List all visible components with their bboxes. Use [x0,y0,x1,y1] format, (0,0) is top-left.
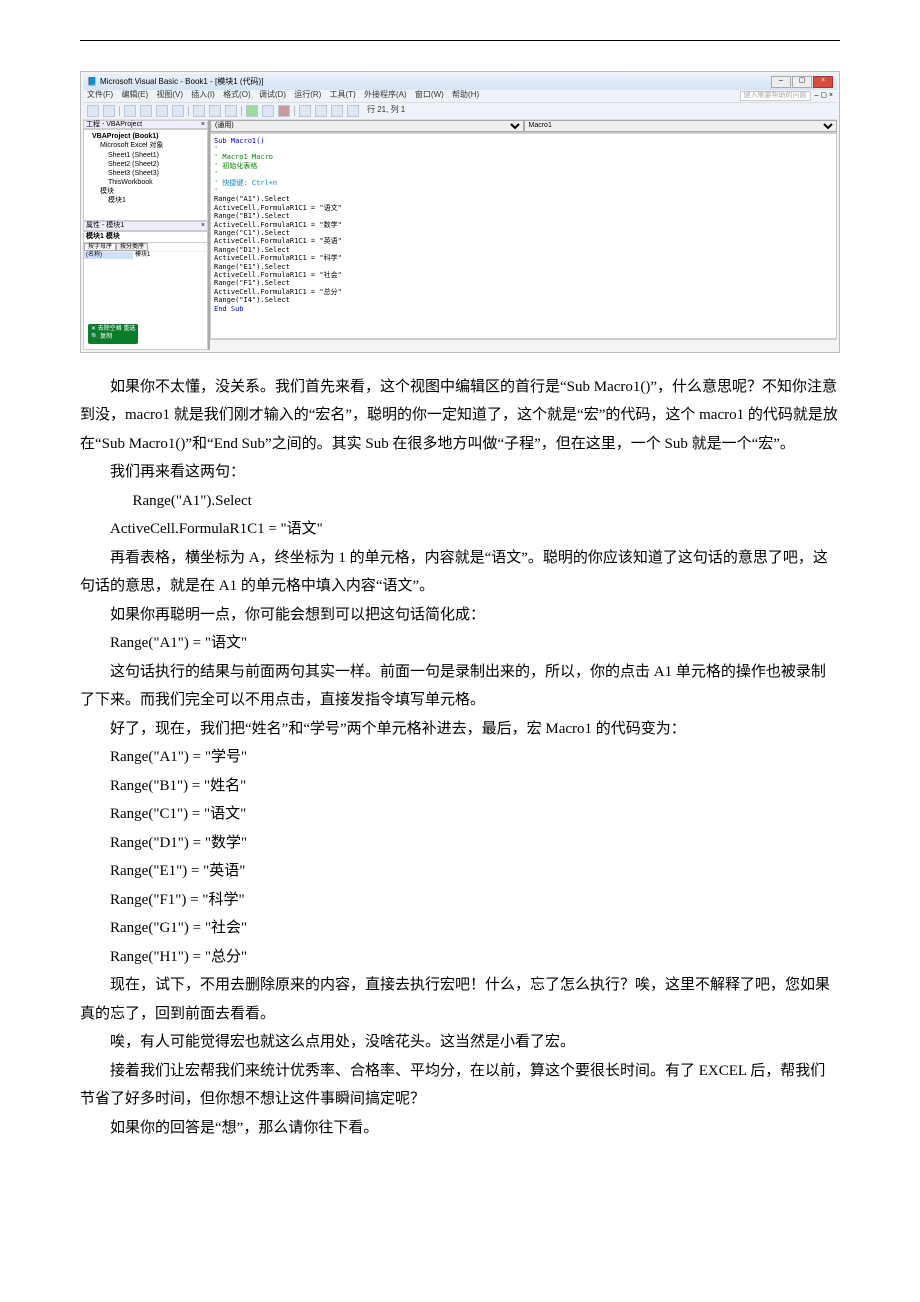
window-controls: –▢× [770,76,833,88]
menu-bar: 文件(F) 编辑(E) 视图(V) 插入(I) 格式(O) 调试(D) 运行(R… [83,90,837,102]
code-line: Range("G1") = "社会" [80,914,840,943]
toolbar-pause-button[interactable] [262,105,274,117]
code-line: Range("C1") = "语文" [80,800,840,829]
close-button[interactable]: × [813,76,833,88]
toolbar-button[interactable] [103,105,115,117]
menu-run[interactable]: 运行(R) [294,90,321,99]
menu-file[interactable]: 文件(F) [87,90,113,99]
maximize-button[interactable]: ▢ [792,76,812,88]
help-search-input[interactable]: 键入需要帮助的问题 [740,91,811,101]
toolbar-button[interactable] [347,105,359,117]
toolbar-button[interactable] [299,105,311,117]
menu-window[interactable]: 窗口(W) [415,90,444,99]
code-line: Range("A1") = "语文" [80,629,840,658]
toolbar-button[interactable] [87,105,99,117]
properties-object-selector[interactable]: 模块1 模块 [84,232,207,243]
code-editor[interactable]: Sub Macro1() ' ' Macro1 Macro ' 初始化表格 ' … [210,133,837,339]
body-paragraph: 这句话执行的结果与前面两句其实一样。前面一句是录制出来的，所以，你的点击 A1 … [80,658,840,715]
tree-sheet[interactable]: Sheet2 (Sheet2) [108,160,205,169]
body-paragraph: 如果你不太懂，没关系。我们首先来看，这个视图中编辑区的首行是“Sub Macro… [80,373,840,459]
toolbar-button[interactable] [140,105,152,117]
code-line: Range("H1") = "总分" [80,943,840,972]
code-line: ActiveCell.FormulaR1C1 = "语文" [80,515,840,544]
toolbar-stop-button[interactable] [278,105,290,117]
toolbar-button[interactable] [156,105,168,117]
toolbar-button[interactable] [124,105,136,117]
minimize-button[interactable]: – [771,76,791,88]
object-dropdown[interactable]: (通用) [210,120,524,132]
body-paragraph: 现在，试下，不用去删除原来的内容，直接去执行宏吧！什么，忘了怎么执行？唉，这里不… [80,971,840,1028]
window-titlebar: 📘Microsoft Visual Basic - Book1 - [模块1 (… [83,74,837,90]
tree-module1[interactable]: 模块1 [108,196,205,205]
code-line: Range("A1") = "学号" [80,743,840,772]
toolbar: 行 21, 列 1 [83,102,837,120]
tree-project[interactable]: VBAProject (Book1) [92,132,205,141]
code-line: Range("E1") = "英语" [80,857,840,886]
body-paragraph: 如果你再聪明一点，你可能会想到可以把这句话简化成： [80,601,840,630]
code-line: Range("B1") = "姓名" [80,772,840,801]
project-pane-header: 工程 - VBAProject× [83,120,208,130]
body-paragraph: 接着我们让宏帮我们来统计优秀率、合格率、平均分，在以前，算这个要很长时间。有了 … [80,1057,840,1114]
toolbar-run-button[interactable] [246,105,258,117]
cursor-position: 行 21, 列 1 [367,106,405,115]
menu-edit[interactable]: 编辑(E) [121,90,148,99]
vbe-screenshot: 📘Microsoft Visual Basic - Book1 - [模块1 (… [80,71,840,353]
menu-addins[interactable]: 外接程序(A) [364,90,407,99]
project-tree[interactable]: VBAProject (Book1) Microsoft Excel 对象 Sh… [83,129,208,221]
editor-status-bar [210,339,837,350]
tree-folder-modules[interactable]: 模块 [100,187,205,196]
properties-pane-header: 属性 - 模块1× [83,221,208,231]
body-paragraph: 再看表格，横坐标为 A，终坐标为 1 的单元格，内容就是“语文”。聪明的你应该知… [80,544,840,601]
body-paragraph: 如果你的回答是“想”，那么请你往下看。 [80,1114,840,1143]
menu-insert[interactable]: 插入(I) [191,90,215,99]
prop-name-key: (名称) [84,252,133,259]
body-paragraph: 唉，有人可能觉得宏也就这么点用处，没啥花头。这当然是小看了宏。 [80,1028,840,1057]
tree-folder-excel[interactable]: Microsoft Excel 对象 [100,141,205,150]
toolbar-button[interactable] [209,105,221,117]
body-paragraph: 我们再来看这两句： [80,458,840,487]
tree-sheet[interactable]: Sheet3 (Sheet3) [108,169,205,178]
code-line: Range("D1") = "数学" [80,829,840,858]
toolbar-button[interactable] [225,105,237,117]
body-paragraph: 好了，现在，我们把“姓名”和“学号”两个单元格补进去，最后，宏 Macro1 的… [80,715,840,744]
tree-workbook[interactable]: ThisWorkbook [108,178,205,187]
toolbar-button[interactable] [315,105,327,117]
floating-tooltip[interactable]: ✕ 去除空格 重选🔍 复制 [88,324,138,344]
app-icon: 📘 [87,78,97,87]
toolbar-button[interactable] [331,105,343,117]
menu-format[interactable]: 格式(O) [223,90,251,99]
procedure-dropdown[interactable]: Macro1 [524,120,838,132]
menu-tools[interactable]: 工具(T) [330,90,356,99]
menu-view[interactable]: 视图(V) [156,90,183,99]
tab-alphabetic[interactable]: 按字母序 [84,243,116,252]
code-line: Range("F1") = "科学" [80,886,840,915]
tab-categorized[interactable]: 按分类序 [116,243,148,252]
menu-debug[interactable]: 调试(D) [259,90,286,99]
toolbar-button[interactable] [172,105,184,117]
window-title: Microsoft Visual Basic - Book1 - [模块1 (代… [100,78,263,87]
horizontal-rule [80,40,840,41]
toolbar-button[interactable] [193,105,205,117]
tree-sheet[interactable]: Sheet1 (Sheet1) [108,151,205,160]
prop-name-value[interactable]: 模块1 [133,252,152,259]
pane-close-icon[interactable]: × [201,121,205,129]
menu-help[interactable]: 帮助(H) [452,90,479,99]
properties-pane: 模块1 模块 按字母序 按分类序 (名称)模块1 ✕ 去除空格 重选🔍 复制 [83,231,208,350]
code-line: Range("A1").Select [80,487,840,516]
pane-close-icon[interactable]: × [201,222,205,230]
inner-close-button[interactable]: – ▢ × [815,92,833,100]
